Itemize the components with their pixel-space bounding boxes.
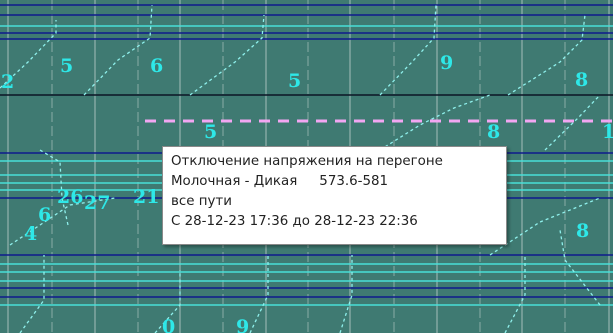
train-number: 8 [576,220,589,242]
train-number: 9 [440,52,453,74]
train-number: 5 [204,121,217,143]
train-number: 4 [24,223,37,245]
train-number: 5 [288,70,301,92]
train-path [189,14,265,96]
train-number: 0 [162,316,175,333]
train-number: 8 [487,121,500,143]
train-path [507,14,586,96]
train-number: 27 [84,192,110,214]
train-number: 6 [38,204,51,226]
train-number: 9 [236,316,249,333]
tooltip-section: Молочная - Дикая [171,174,298,189]
train-number: 5 [60,55,73,77]
train-path [249,255,269,333]
train-path [19,255,45,333]
closure-tooltip: Отключение напряжения на перегоне Молочн… [162,146,507,245]
train-number: 26 [57,186,83,208]
train-number: 1 [602,121,613,143]
tooltip-title: Отключение напряжения на перегоне [171,154,443,169]
train-number: 21 [133,186,159,208]
tooltip-tracks: все пути [171,194,232,209]
train-number: 6 [150,55,163,77]
train-number: 8 [575,69,588,91]
tooltip-section-row: Молочная - Дикая 573.6-581 [171,172,506,192]
train-path [83,4,153,96]
train-number: 2 [1,71,14,93]
tooltip-time-range: С 28-12-23 17:36 до 28-12-23 22:36 [171,214,418,229]
tooltip-km-range: 573.6-581 [319,174,389,189]
train-path [379,4,437,96]
